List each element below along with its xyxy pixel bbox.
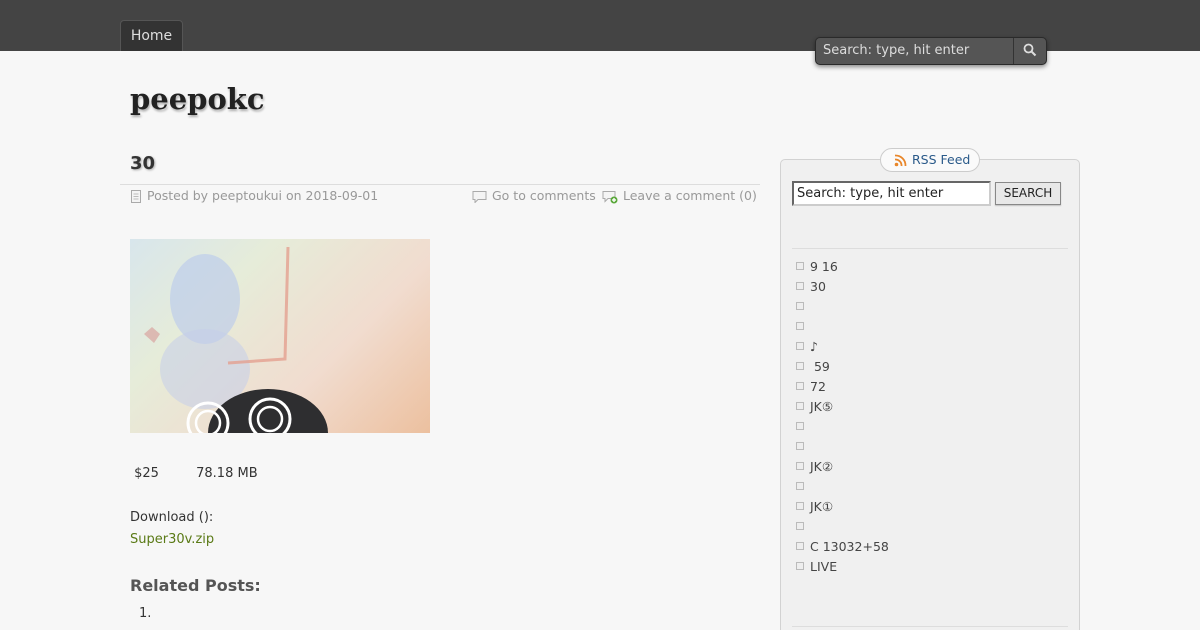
go-to-comments-text[interactable]: Go to comments	[492, 188, 596, 203]
leave-comment-link[interactable]: Leave a comment (0)	[602, 188, 757, 204]
rss-icon	[894, 154, 907, 167]
related-posts-heading: Related Posts:	[130, 576, 261, 595]
sidebar-divider-bottom	[792, 626, 1068, 627]
bullet-icon	[796, 262, 804, 270]
nav-home-tab[interactable]: Home	[120, 20, 183, 51]
sidebar-post-list: 9 16 30 ♪ 59 72 JK⑤ JK② JK① C 13032+58 L…	[796, 258, 1066, 578]
list-item[interactable]	[796, 438, 1066, 458]
post-meta-author-text: Posted by peeptoukui on 2018-09-01	[147, 188, 379, 203]
bullet-icon	[796, 562, 804, 570]
comment-bubble-icon	[472, 191, 487, 203]
list-item[interactable]: 59	[796, 358, 1066, 378]
list-item[interactable]	[796, 518, 1066, 538]
bullet-icon	[796, 302, 804, 310]
price-and-size: $25 78.18 MB	[130, 466, 258, 481]
header-search-box: Search: type, hit enter	[815, 37, 1047, 65]
rss-feed-label[interactable]: RSS Feed	[912, 149, 970, 171]
document-icon	[131, 190, 141, 203]
go-to-comments-link[interactable]: Go to comments	[472, 188, 596, 204]
bullet-icon	[796, 402, 804, 410]
related-post-number: 1.	[139, 606, 152, 621]
bullet-icon	[796, 322, 804, 330]
bullet-icon	[796, 542, 804, 550]
add-comment-icon	[602, 190, 618, 203]
sidebar-search-input[interactable]: Search: type, hit enter	[792, 181, 991, 206]
list-item[interactable]: 72	[796, 378, 1066, 398]
bullet-icon	[796, 342, 804, 350]
post-title[interactable]: 30	[130, 153, 155, 174]
list-item[interactable]	[796, 478, 1066, 498]
sidebar-divider	[792, 248, 1068, 249]
bullet-icon	[796, 282, 804, 290]
bullet-icon	[796, 522, 804, 530]
download-label: Download ():	[130, 510, 214, 525]
list-item[interactable]	[796, 418, 1066, 438]
list-item[interactable]	[796, 298, 1066, 318]
list-item[interactable]	[796, 318, 1066, 338]
bullet-icon	[796, 442, 804, 450]
list-item[interactable]: C 13032+58	[796, 538, 1066, 558]
post-photo-illustration	[144, 246, 328, 433]
list-item[interactable]: LIVE	[796, 558, 1066, 578]
download-link[interactable]: Super30v.zip	[130, 532, 214, 547]
search-icon	[1023, 43, 1037, 57]
list-item[interactable]: 30	[796, 278, 1066, 298]
list-item[interactable]: JK②	[796, 458, 1066, 478]
bullet-icon	[796, 422, 804, 430]
list-item[interactable]: 9 16	[796, 258, 1066, 278]
leave-comment-text[interactable]: Leave a comment (0)	[623, 188, 757, 203]
list-item[interactable]: JK⑤	[796, 398, 1066, 418]
header-search-input[interactable]: Search: type, hit enter	[816, 38, 1014, 64]
bullet-icon	[796, 482, 804, 490]
post-title-divider	[120, 184, 760, 185]
header-search-button[interactable]	[1015, 38, 1046, 64]
site-title[interactable]: peepokc	[130, 82, 265, 116]
list-item[interactable]: ♪	[796, 338, 1066, 358]
bullet-icon	[796, 362, 804, 370]
bullet-icon	[796, 382, 804, 390]
bullet-icon	[796, 502, 804, 510]
post-image[interactable]	[130, 239, 430, 433]
sidebar-search-button[interactable]: SEARCH	[995, 182, 1061, 205]
rss-feed-link[interactable]: RSS Feed	[880, 148, 980, 172]
list-item[interactable]: JK①	[796, 498, 1066, 518]
bullet-icon	[796, 462, 804, 470]
post-meta-author: Posted by peeptoukui on 2018-09-01	[130, 188, 378, 204]
